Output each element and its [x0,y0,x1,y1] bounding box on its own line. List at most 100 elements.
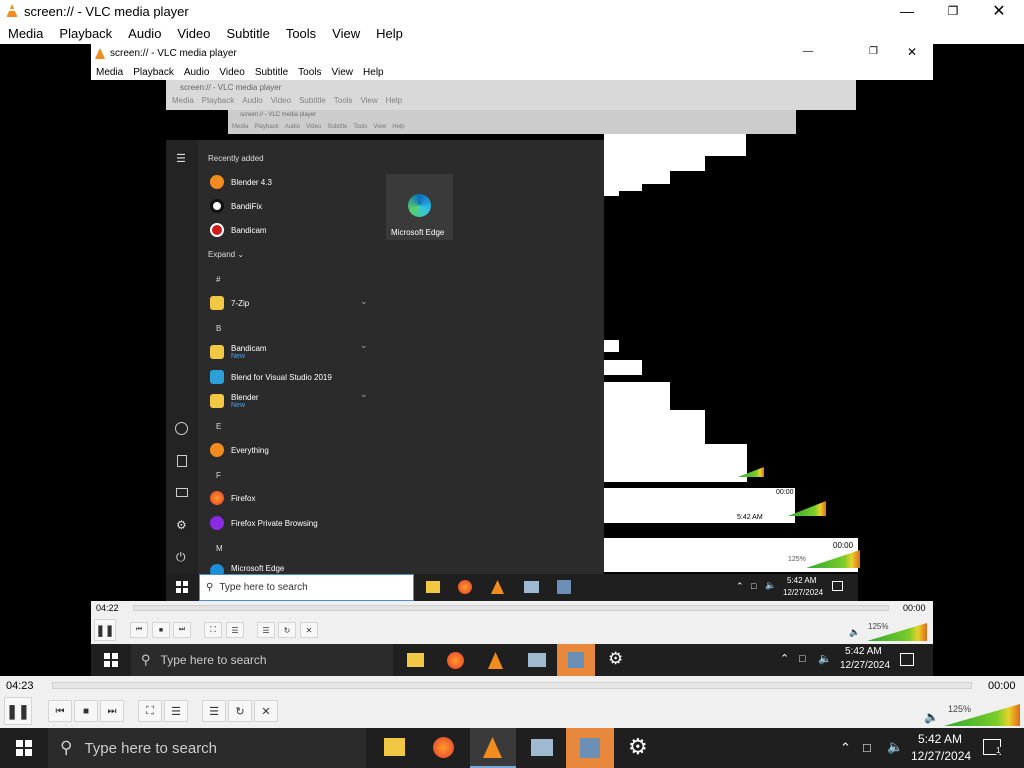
app-blend-vs[interactable]: Blend for Visual Studio 2019 [210,370,332,384]
extended-settings-button[interactable]: ☰ [164,700,188,722]
app-bandifix[interactable]: BandiFix [210,199,262,213]
taskbar-clock-time[interactable]: 5:42 AM [845,646,882,657]
pause-button[interactable]: ❚❚ [4,697,32,725]
app-firefox[interactable]: Firefox [210,491,255,505]
nested-loop-button[interactable]: ↻ [278,622,296,638]
vlc-icon[interactable] [491,580,504,594]
app-bandicam[interactable]: Bandicam [210,223,267,237]
hamburger-icon[interactable]: ☰ [176,152,186,165]
app-blender-folder[interactable]: Blender New [210,393,259,409]
windows-start-icon[interactable] [176,581,188,593]
taskbar-clock-time[interactable]: 5:42 AM [918,732,962,746]
section-letter[interactable]: F [216,471,221,480]
menu-tools[interactable]: Tools [278,26,324,41]
menu-view[interactable]: View [324,26,368,41]
firefox-icon[interactable] [447,652,464,669]
chevron-up-icon[interactable]: ⌃ [840,740,851,756]
next-button[interactable]: ⏭ [100,700,124,722]
installer-icon[interactable] [557,580,571,594]
firefox-icon[interactable] [433,737,454,758]
nested-playlist-button[interactable]: ☰ [257,622,275,638]
remote-desktop-icon[interactable] [528,653,546,667]
nested-fullscreen-button[interactable]: ⛶ [204,622,222,638]
app-blender-4-3[interactable]: Blender 4.3 [210,175,272,189]
maximize-button[interactable]: ❐ [930,0,976,22]
file-explorer-icon[interactable] [407,653,424,667]
user-icon[interactable] [175,422,188,435]
app-7zip[interactable]: 7-Zip [210,296,249,310]
vlc-icon[interactable] [488,652,503,669]
remote-desktop-icon[interactable] [524,581,539,593]
chevron-up-icon[interactable]: ⌃ [780,652,789,665]
file-explorer-icon[interactable] [426,581,440,593]
previous-button[interactable]: ⏮ [48,700,72,722]
stop-button[interactable]: ■ [74,700,98,722]
chevron-down-icon[interactable]: ⌄ [360,340,368,351]
speaker-muted-icon[interactable]: 🔈 [765,580,776,591]
file-explorer-icon[interactable] [384,738,405,756]
nested-speaker-icon[interactable]: 🔈 [849,627,860,638]
nested-search-box-2[interactable]: ⚲ Type here to search [131,644,393,676]
section-letter[interactable]: B [216,324,221,333]
taskbar-clock-time[interactable]: 5:42 AM [787,576,816,585]
settings-icon[interactable]: ⚙ [176,518,187,532]
search-box[interactable]: ⚲ Type here to search [48,728,366,768]
pictures-icon[interactable] [176,488,188,497]
taskbar-clock-date[interactable]: 12/27/2024 [911,749,971,763]
notification-button[interactable]: 1 [983,739,1003,755]
notification-icon[interactable] [900,653,914,666]
app-microsoft-edge[interactable]: Microsoft Edge [210,564,284,574]
vlc-taskbar-button[interactable] [470,728,516,768]
notification-icon[interactable] [832,581,843,591]
network-icon[interactable]: □ [799,653,806,665]
menu-help[interactable]: Help [368,26,411,41]
power-icon[interactable]: ⏻ [176,550,186,565]
menu-media[interactable]: Media [0,26,51,41]
remote-desktop-icon[interactable] [531,739,553,756]
menu-playback[interactable]: Playback [51,26,120,41]
shuffle-button[interactable]: ✕ [254,700,278,722]
nested-shuffle-button[interactable]: ✕ [300,622,318,638]
title-bar[interactable]: screen:// - VLC media player — ❐ ✕ [0,0,1024,22]
seek-bar[interactable] [52,682,972,689]
loop-button[interactable]: ↻ [228,700,252,722]
chevron-down-icon[interactable]: ⌄ [360,296,368,307]
network-icon[interactable]: □ [863,740,871,755]
speaker-muted-icon[interactable]: 🔈 [887,739,903,755]
tile-microsoft-edge[interactable]: Microsoft Edge [386,174,453,240]
menu-audio[interactable]: Audio [120,26,169,41]
chevron-up-icon[interactable]: ⌃ [736,581,744,592]
nested-seek-bar[interactable] [133,605,889,611]
gear-icon[interactable]: ⚙ [608,649,623,669]
menu-video[interactable]: Video [169,26,218,41]
chevron-down-icon[interactable]: ⌄ [360,389,368,400]
nested-next-button[interactable]: ⏭ [173,622,191,638]
taskbar-clock-date[interactable]: 12/27/2024 [783,588,823,597]
gear-icon[interactable]: ⚙ [628,734,648,760]
windows-start-icon[interactable] [104,653,118,667]
speaker-icon[interactable]: 🔈 [924,710,939,724]
playlist-button[interactable]: ☰ [202,700,226,722]
network-icon[interactable]: □ [751,581,756,591]
menu-subtitle[interactable]: Subtitle [218,26,277,41]
expand-link[interactable]: Expand ⌄ [208,250,244,259]
minimize-button[interactable]: — [884,0,930,22]
fullscreen-button[interactable]: ⛶ [138,700,162,722]
section-letter[interactable]: M [216,544,223,553]
windows-start-icon[interactable] [16,740,32,756]
app-bandicam-folder[interactable]: Bandicam New [210,344,267,360]
close-button[interactable]: ✕ [976,0,1022,22]
nested-extended-settings-button[interactable]: ☰ [226,622,244,638]
nested-stop-button[interactable]: ■ [152,622,170,638]
speaker-muted-icon[interactable]: 🔈 [818,652,832,665]
installer-button[interactable] [557,644,595,676]
app-everything[interactable]: Everything [210,443,269,457]
nested-search-box[interactable]: ⚲ Type here to search [199,574,414,601]
documents-icon[interactable] [177,455,187,467]
section-letter[interactable]: E [216,422,221,431]
taskbar-clock-date[interactable]: 12/27/2024 [840,660,890,671]
nested-previous-button[interactable]: ⏮ [130,622,148,638]
app-firefox-private[interactable]: Firefox Private Browsing [210,516,318,530]
section-letter[interactable]: # [216,275,220,284]
firefox-icon[interactable] [458,580,472,594]
